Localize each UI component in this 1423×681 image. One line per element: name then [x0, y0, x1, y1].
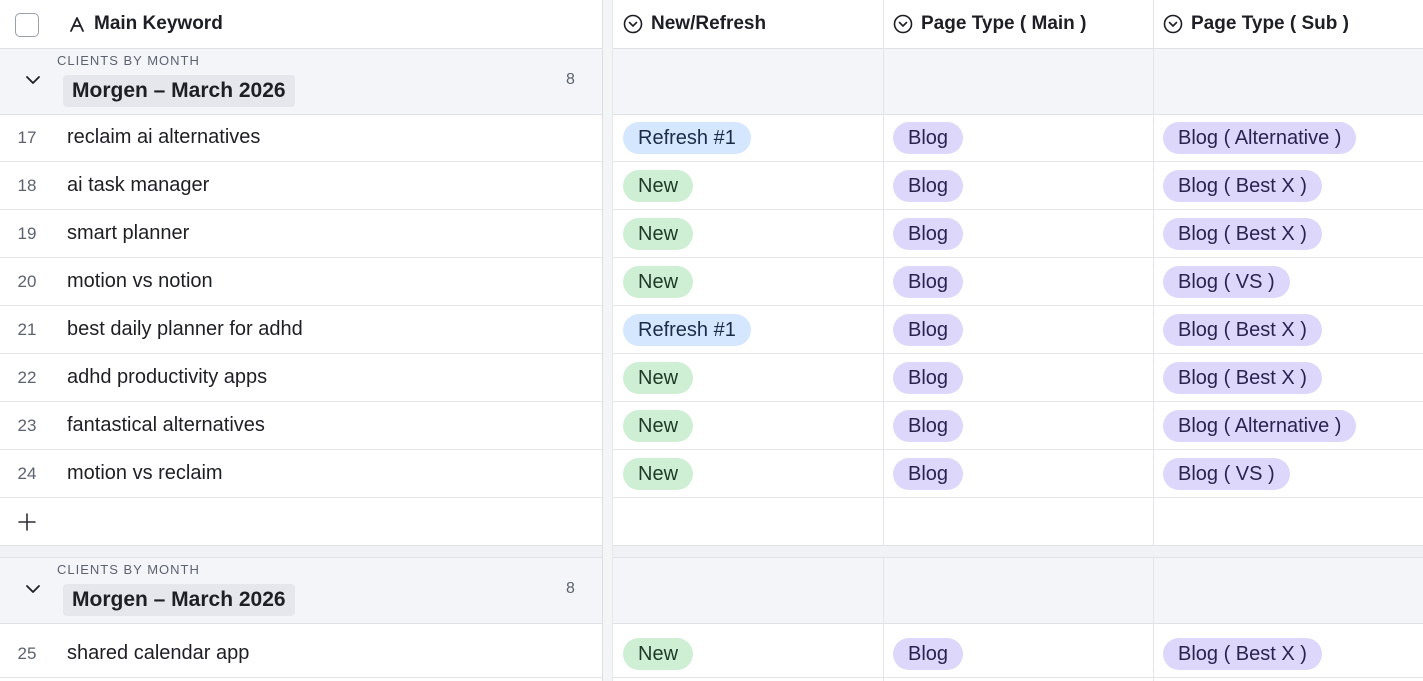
- page-type-sub-badge[interactable]: Blog ( Best X ): [1163, 170, 1322, 202]
- group-header[interactable]: CLIENTS BY MONTH Morgen – March 2026 8: [0, 558, 1423, 624]
- row-number: 20: [17, 271, 37, 291]
- column-title: Page Type ( Sub ): [1191, 13, 1350, 34]
- group-field-label: CLIENTS BY MONTH: [57, 53, 200, 68]
- row-number: 24: [17, 463, 37, 483]
- circle-chevron-icon: [1163, 14, 1183, 34]
- page-type-main-badge[interactable]: Blog: [893, 122, 964, 154]
- table-row[interactable]: 25 shared calendar app New Blog Blog ( B…: [0, 630, 1423, 678]
- page-type-sub-badge[interactable]: Blog ( Alternative ): [1163, 122, 1357, 154]
- page-type-sub-badge[interactable]: Blog ( VS ): [1163, 266, 1290, 298]
- add-record-row[interactable]: [0, 498, 1423, 546]
- status-badge[interactable]: Refresh #1: [623, 122, 751, 154]
- status-badge[interactable]: New: [623, 218, 694, 250]
- table-row[interactable]: 17 reclaim ai alternatives Refresh #1 Bl…: [0, 114, 1423, 162]
- table-row[interactable]: 20 motion vs notion New Blog Blog ( VS ): [0, 258, 1423, 306]
- row-number: 17: [17, 127, 37, 147]
- sort-icon[interactable]: [68, 15, 86, 33]
- group-header[interactable]: CLIENTS BY MONTH Morgen – March 2026 8: [0, 49, 1423, 115]
- column-divider: [883, 0, 884, 546]
- page-type-sub-badge[interactable]: Blog ( VS ): [1163, 458, 1290, 490]
- column-header-page-type-sub[interactable]: Page Type ( Sub ): [1163, 0, 1349, 48]
- group-value-tag: Morgen – March 2026: [63, 584, 295, 616]
- keyword-cell[interactable]: best daily planner for adhd: [67, 306, 303, 353]
- column-title: Page Type ( Main ): [921, 13, 1087, 34]
- keyword-cell[interactable]: adhd productivity apps: [67, 354, 267, 401]
- status-badge[interactable]: Refresh #1: [623, 314, 751, 346]
- column-header-main-keyword[interactable]: Main Keyword: [68, 0, 223, 48]
- group-record-count: 8: [566, 71, 575, 88]
- table-row[interactable]: 24 motion vs reclaim New Blog Blog ( VS …: [0, 450, 1423, 498]
- row-number: 22: [17, 367, 37, 387]
- status-badge[interactable]: New: [623, 362, 694, 394]
- column-header-row: Main Keyword New/Refresh Page Type ( Mai…: [0, 0, 1423, 49]
- circle-chevron-icon: [623, 14, 643, 34]
- page-type-sub-badge[interactable]: Blog ( Best X ): [1163, 362, 1322, 394]
- group-record-count: 8: [566, 580, 575, 597]
- column-divider: [1153, 0, 1154, 546]
- table-row[interactable]: 21 best daily planner for adhd Refresh #…: [0, 306, 1423, 354]
- column-header-new-refresh[interactable]: New/Refresh: [623, 0, 766, 48]
- status-badge[interactable]: New: [623, 170, 694, 202]
- status-badge[interactable]: New: [623, 410, 694, 442]
- chevron-down-icon[interactable]: [22, 69, 44, 91]
- page-type-main-badge[interactable]: Blog: [893, 410, 964, 442]
- page-type-main-badge[interactable]: Blog: [893, 458, 964, 490]
- column-title: Main Keyword: [94, 13, 223, 34]
- table-row[interactable]: 22 adhd productivity apps New Blog Blog …: [0, 354, 1423, 402]
- status-badge[interactable]: New: [623, 458, 694, 490]
- status-badge[interactable]: New: [623, 638, 694, 670]
- page-type-main-badge[interactable]: Blog: [893, 314, 964, 346]
- column-title: New/Refresh: [651, 13, 767, 34]
- keyword-cell[interactable]: reclaim ai alternatives: [67, 114, 260, 161]
- circle-chevron-icon: [893, 14, 913, 34]
- table-row[interactable]: 23 fantastical alternatives New Blog Blo…: [0, 402, 1423, 450]
- column-divider: [1153, 558, 1154, 681]
- row-number: 19: [17, 223, 37, 243]
- page-type-sub-badge[interactable]: Blog ( Alternative ): [1163, 410, 1357, 442]
- keyword-cell[interactable]: motion vs notion: [67, 258, 213, 305]
- page-type-main-badge[interactable]: Blog: [893, 362, 964, 394]
- page-type-main-badge[interactable]: Blog: [893, 266, 964, 298]
- table-row[interactable]: 19 smart planner New Blog Blog ( Best X …: [0, 210, 1423, 258]
- keyword-cell[interactable]: ai task manager: [67, 162, 209, 209]
- keyword-cell[interactable]: fantastical alternatives: [67, 402, 265, 449]
- keyword-cell[interactable]: shared calendar app: [67, 630, 249, 677]
- page-type-main-badge[interactable]: Blog: [893, 638, 964, 670]
- frozen-column-divider[interactable]: [602, 0, 613, 681]
- row-number: 25: [17, 643, 37, 663]
- table-row[interactable]: 18 ai task manager New Blog Blog ( Best …: [0, 162, 1423, 210]
- row-number: 21: [17, 319, 37, 339]
- keyword-cell[interactable]: motion vs reclaim: [67, 450, 223, 497]
- row-number: 18: [17, 175, 37, 195]
- column-header-page-type-main[interactable]: Page Type ( Main ): [893, 0, 1086, 48]
- row-number: 23: [17, 415, 37, 435]
- chevron-down-icon[interactable]: [22, 578, 44, 600]
- data-grid: Main Keyword New/Refresh Page Type ( Mai…: [0, 0, 1423, 681]
- page-type-main-badge[interactable]: Blog: [893, 170, 964, 202]
- status-badge[interactable]: New: [623, 266, 694, 298]
- page-type-sub-badge[interactable]: Blog ( Best X ): [1163, 638, 1322, 670]
- group-divider: [0, 546, 1423, 558]
- page-type-sub-badge[interactable]: Blog ( Best X ): [1163, 314, 1322, 346]
- column-divider: [883, 558, 884, 681]
- group-field-label: CLIENTS BY MONTH: [57, 562, 200, 577]
- page-type-main-badge[interactable]: Blog: [893, 218, 964, 250]
- page-type-sub-badge[interactable]: Blog ( Best X ): [1163, 218, 1322, 250]
- group-value-tag: Morgen – March 2026: [63, 75, 295, 107]
- select-all-checkbox[interactable]: [15, 13, 39, 37]
- keyword-cell[interactable]: smart planner: [67, 210, 189, 257]
- plus-icon[interactable]: [16, 511, 38, 533]
